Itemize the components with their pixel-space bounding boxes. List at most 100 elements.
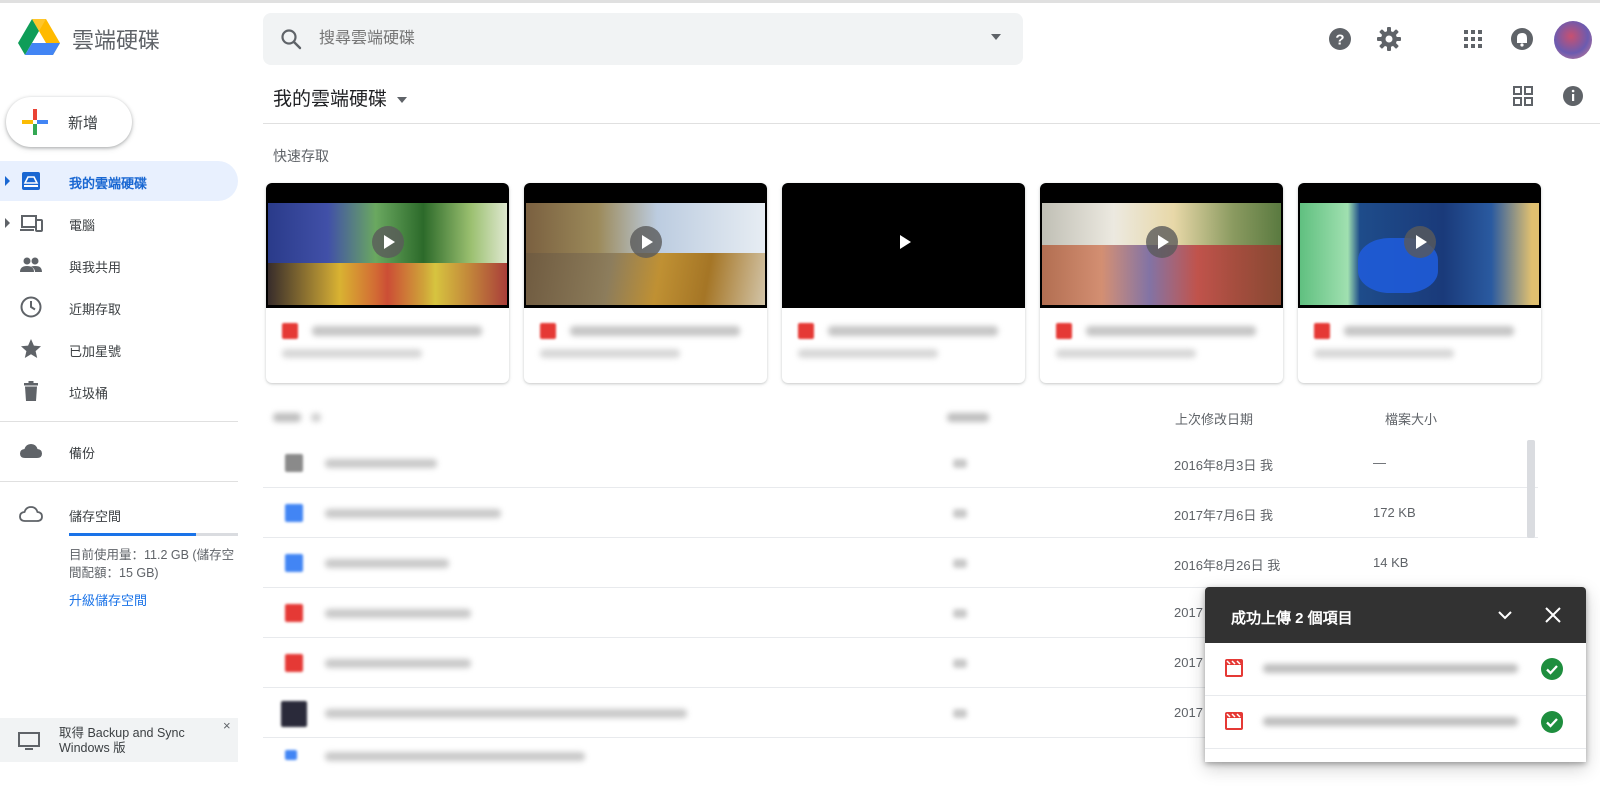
redacted-owner (953, 659, 967, 668)
quick-access-card[interactable] (524, 183, 767, 383)
file-row[interactable]: 2016年8月26日 我 14 KB (263, 538, 1538, 588)
play-icon (372, 226, 404, 258)
upgrade-storage-link[interactable]: 升級儲存空間 (69, 590, 147, 609)
chevron-down-icon (397, 96, 408, 103)
file-row[interactable]: 2016年8月3日 我 — (263, 438, 1538, 488)
upload-panel-title: 成功上傳 2 個項目 (1231, 610, 1353, 627)
modified-date: 2017 (1174, 705, 1203, 720)
redacted-filename (1263, 717, 1518, 726)
sidebar-item-computers[interactable]: 電腦 (0, 203, 238, 243)
upload-item-row[interactable] (1205, 643, 1586, 696)
sidebar-item-label: 備份 (69, 446, 96, 461)
sidebar-divider (0, 421, 238, 422)
upload-panel-header: 成功上傳 2 個項目 (1205, 587, 1586, 643)
header: 雲端硬碟 ? (0, 3, 1600, 71)
sidebar-item-starred[interactable]: 已加星號 (0, 329, 238, 369)
sidebar-item-backups[interactable]: 備份 (0, 431, 238, 471)
monitor-icon (18, 732, 40, 750)
video-thumbnail (782, 183, 1025, 308)
quick-access-card[interactable] (1040, 183, 1283, 383)
drive-logo-icon[interactable] (18, 19, 60, 57)
sidebar-item-shared-with-me[interactable]: 與我共用 (0, 245, 238, 285)
video-thumbnail (1298, 183, 1541, 308)
sidebar-item-trash[interactable]: 垃圾桶 (0, 371, 238, 411)
scrollbar-thumb[interactable] (1527, 440, 1535, 538)
quick-access-card[interactable] (1298, 183, 1541, 383)
video-thumbnail-icon (281, 701, 307, 727)
page-title-text: 我的雲端硬碟 (273, 89, 388, 110)
folder-icon (285, 454, 303, 472)
storage-usage-bar (69, 533, 238, 536)
modified-column-header[interactable]: 上次修改日期 (1175, 409, 1253, 428)
redacted-filename (325, 459, 437, 468)
play-icon (1404, 226, 1436, 258)
people-icon (20, 257, 42, 272)
name-column-header[interactable] (273, 413, 301, 422)
sidebar-item-my-drive[interactable]: 我的雲端硬碟 (0, 161, 238, 201)
quick-access-card[interactable] (782, 183, 1025, 383)
sidebar-item-label: 近期存取 (69, 302, 122, 317)
grid-view-icon[interactable] (1511, 84, 1535, 108)
doc-file-icon (285, 750, 297, 760)
video-file-icon (1225, 659, 1243, 677)
storage-usage-fill (69, 533, 196, 536)
sidebar-item-recent[interactable]: 近期存取 (0, 287, 238, 327)
video-file-icon (798, 323, 814, 339)
cloud-icon (20, 444, 42, 458)
redacted-owner (953, 559, 967, 568)
sidebar-item-label: 垃圾桶 (69, 386, 109, 401)
modified-date: 2017 (1174, 605, 1203, 620)
search-input[interactable] (319, 25, 959, 53)
backup-promo-line2: Windows 版 (59, 741, 126, 755)
sidebar-item-label: 與我共用 (69, 260, 122, 275)
modified-date: 2016年8月3日 我 (1174, 458, 1273, 473)
redacted-filename (325, 509, 501, 518)
redacted-filename (325, 752, 585, 761)
video-file-icon (282, 323, 298, 339)
notifications-bell-icon[interactable] (1508, 25, 1536, 53)
backup-promo-line1: 取得 Backup and Sync (59, 726, 185, 740)
search-bar[interactable] (263, 13, 1023, 65)
file-row[interactable]: 2017年7月6日 我 172 KB (263, 488, 1538, 538)
apps-grid-icon[interactable] (1459, 25, 1487, 53)
search-options-dropdown-icon[interactable] (991, 34, 1001, 40)
size-column-header[interactable]: 檔案大小 (1385, 409, 1437, 428)
redacted-filename (312, 326, 482, 336)
sort-arrow-icon[interactable] (311, 413, 321, 422)
page-title[interactable]: 我的雲端硬碟 (273, 84, 408, 111)
file-size: 172 KB (1373, 505, 1416, 520)
upload-item-row[interactable] (1205, 696, 1586, 749)
redacted-owner (953, 459, 967, 468)
redacted-filename (828, 326, 998, 336)
backup-promo-close-icon[interactable]: × (223, 718, 231, 733)
settings-gear-icon[interactable] (1375, 25, 1403, 53)
account-avatar[interactable] (1554, 21, 1592, 59)
sidebar-item-label: 儲存空間 (69, 509, 122, 524)
doc-file-icon (285, 554, 303, 572)
redacted-subtitle (1056, 349, 1196, 358)
play-icon (630, 226, 662, 258)
video-thumbnail (1040, 183, 1283, 308)
sidebar-item-storage[interactable]: 儲存空間 (0, 494, 238, 534)
redacted-owner (953, 509, 967, 518)
search-icon[interactable] (279, 27, 303, 51)
info-icon[interactable] (1561, 84, 1585, 108)
file-size: 14 KB (1373, 555, 1409, 570)
redacted-filename (1086, 326, 1256, 336)
quick-access-label: 快速存取 (273, 148, 329, 164)
collapse-chevron-icon[interactable] (1493, 603, 1517, 627)
computer-icon (20, 215, 43, 232)
close-icon[interactable] (1541, 603, 1565, 627)
new-button[interactable]: 新增 (6, 97, 132, 147)
play-icon (1146, 226, 1178, 258)
backup-sync-promo[interactable]: 取得 Backup and Sync Windows 版 × (0, 718, 238, 762)
expand-caret-icon[interactable] (5, 176, 10, 186)
video-file-icon (1056, 323, 1072, 339)
video-thumbnail (266, 183, 509, 308)
quick-access-card[interactable] (266, 183, 509, 383)
doc-file-icon (285, 504, 303, 522)
expand-caret-icon[interactable] (5, 218, 10, 228)
help-icon[interactable]: ? (1326, 25, 1354, 53)
owner-column-header[interactable] (947, 413, 989, 422)
new-button-label: 新增 (68, 115, 99, 132)
